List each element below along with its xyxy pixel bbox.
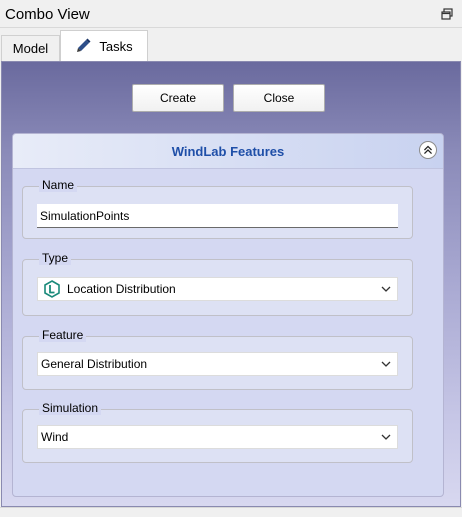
chevron-down-icon: [381, 286, 391, 292]
tab-tasks-label: Tasks: [99, 38, 133, 54]
chevron-down-icon: [381, 434, 391, 440]
task-panel: Create Close WindLab Features Name Simul…: [1, 61, 461, 507]
simulation-select-value: Wind: [41, 430, 69, 444]
feature-select-value: General Distribution: [41, 357, 148, 371]
pencil-icon: [77, 38, 91, 52]
create-button[interactable]: Create: [132, 84, 224, 112]
simulation-label: Simulation: [39, 401, 102, 415]
tab-tasks[interactable]: Tasks: [60, 30, 148, 61]
name-group: Name SimulationPoints: [22, 178, 413, 239]
name-label: Name: [39, 178, 78, 192]
chevron-down-icon: [381, 361, 391, 367]
tab-model-label: Model: [12, 41, 49, 56]
tab-bar: Model Tasks: [0, 28, 462, 61]
name-input[interactable]: SimulationPoints: [37, 204, 398, 228]
tab-model[interactable]: Model: [1, 35, 60, 61]
location-distribution-icon: [44, 280, 60, 298]
windlab-features-header: WindLab Features: [13, 134, 443, 169]
close-button-label: Close: [263, 91, 295, 105]
feature-group: Feature General Distribution: [22, 328, 413, 390]
window-title: Combo View: [5, 6, 90, 23]
type-select-value: Location Distribution: [67, 282, 176, 296]
create-button-label: Create: [159, 91, 197, 105]
collapse-icon[interactable]: [419, 141, 437, 159]
windlab-features-title: WindLab Features: [171, 144, 285, 159]
simulation-select[interactable]: Wind: [37, 425, 398, 449]
close-button[interactable]: Close: [233, 84, 325, 112]
undock-icon[interactable]: [441, 8, 453, 20]
bottom-strip: [0, 507, 462, 517]
combo-view-titlebar: Combo View: [0, 0, 462, 28]
type-select[interactable]: Location Distribution: [37, 277, 398, 301]
simulation-group: Simulation Wind: [22, 401, 413, 463]
type-group: Type Location Distribution: [22, 251, 413, 316]
type-label: Type: [39, 251, 72, 265]
name-input-value: SimulationPoints: [40, 208, 130, 223]
feature-select[interactable]: General Distribution: [37, 352, 398, 376]
feature-label: Feature: [39, 328, 87, 342]
